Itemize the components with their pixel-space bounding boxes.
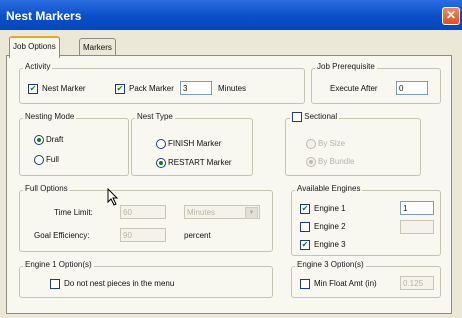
by-size-label: By Size (318, 139, 346, 148)
minutes-label: Minutes (218, 84, 247, 93)
nesting-mode-group: Nesting Mode Draft Full (19, 112, 129, 176)
restart-marker-label: RESTART Marker (168, 158, 232, 167)
finish-marker-label: FINISH Marker (168, 139, 222, 148)
by-bundle-label: By Bundle (318, 157, 355, 166)
sectional-title-wrap: Sectional (290, 112, 340, 122)
available-engines-group: Available Engines ✔ Engine 1 1 Engine 2 … (291, 184, 441, 256)
engine-2-checkbox[interactable] (300, 222, 310, 232)
window-title: Nest Markers (6, 9, 82, 23)
nest-type-title: Nest Type (135, 112, 175, 121)
time-limit-input[interactable]: 60 (120, 205, 166, 219)
engine-1-checkbox[interactable]: ✔ (300, 204, 310, 214)
engine-3-label: Engine 3 (314, 240, 346, 249)
engine-1-options-title: Engine 1 Option(s) (23, 260, 94, 269)
job-prerequisite-title: Job Prerequisite (315, 62, 377, 71)
full-options-title: Full Options (23, 184, 70, 193)
full-options-group: Full Options Time Limit: 60 Minutes ▼ Go… (19, 184, 273, 252)
restart-marker-radio[interactable] (156, 158, 166, 168)
job-prerequisite-group: Job Prerequisite Execute After 0 (311, 62, 441, 104)
time-unit-value: Minutes (187, 208, 216, 217)
pack-marker-checkbox[interactable]: ✔ (115, 84, 125, 94)
activity-group: Activity ✔ Nest Marker ✔ Pack Marker 3 M… (19, 62, 305, 104)
engine-3-checkbox[interactable]: ✔ (300, 240, 310, 250)
job-options-panel: Activity ✔ Nest Marker ✔ Pack Marker 3 M… (6, 55, 452, 314)
by-bundle-radio[interactable] (306, 157, 316, 167)
do-not-nest-label: Do not nest pieces in the menu (64, 279, 175, 288)
goal-efficiency-input[interactable]: 90 (120, 228, 166, 242)
nest-markers-dialog: Nest Markers ✕ Job Options Markers Activ… (0, 0, 462, 318)
tab-markers[interactable]: Markers (79, 38, 116, 56)
sectional-group: Sectional By Size By Bundle (285, 112, 421, 176)
by-size-radio[interactable] (306, 139, 316, 149)
title-bar[interactable]: Nest Markers ✕ (0, 0, 462, 30)
pack-marker-label: Pack Marker (129, 84, 174, 93)
finish-marker-radio[interactable] (156, 139, 166, 149)
draft-label: Draft (46, 135, 64, 144)
activity-title: Activity (23, 62, 53, 71)
percent-label: percent (184, 231, 211, 240)
min-float-label: Min Float Amt (in) (314, 279, 377, 288)
sectional-label: Sectional (304, 112, 338, 122)
nest-marker-checkbox[interactable]: ✔ (28, 84, 38, 94)
nest-type-group: Nest Type FINISH Marker RESTART Marker (131, 112, 253, 176)
engine-2-input[interactable] (400, 220, 434, 234)
close-button[interactable]: ✕ (442, 7, 460, 25)
full-radio[interactable] (34, 155, 44, 165)
available-engines-title: Available Engines (295, 184, 363, 193)
goal-efficiency-label: Goal Efficiency: (34, 231, 90, 240)
min-float-input[interactable]: 0.125 (400, 276, 434, 290)
engine-3-options-title: Engine 3 Option(s) (295, 260, 366, 269)
min-float-checkbox[interactable] (300, 279, 310, 289)
nest-marker-label: Nest Marker (42, 84, 86, 93)
engine-1-label: Engine 1 (314, 204, 346, 213)
chevron-down-icon: ▼ (245, 207, 258, 219)
minutes-input[interactable]: 3 (180, 81, 212, 95)
engine-3-options-group: Engine 3 Option(s) Min Float Amt (in) 0.… (291, 260, 441, 298)
full-label: Full (46, 155, 59, 164)
draft-radio[interactable] (34, 135, 44, 145)
engine-1-input[interactable]: 1 (400, 201, 434, 215)
time-unit-select[interactable]: Minutes ▼ (184, 205, 260, 219)
tab-job-options[interactable]: Job Options (9, 36, 60, 58)
nesting-mode-title: Nesting Mode (23, 112, 77, 121)
engine-1-options-group: Engine 1 Option(s) Do not nest pieces in… (19, 260, 273, 298)
mouse-pointer-icon (107, 188, 119, 206)
time-limit-label: Time Limit: (54, 208, 93, 217)
execute-after-label: Execute After (330, 84, 378, 93)
execute-after-input[interactable]: 0 (396, 81, 428, 95)
do-not-nest-checkbox[interactable] (50, 279, 60, 289)
sectional-checkbox[interactable] (292, 112, 302, 122)
engine-2-label: Engine 2 (314, 222, 346, 231)
